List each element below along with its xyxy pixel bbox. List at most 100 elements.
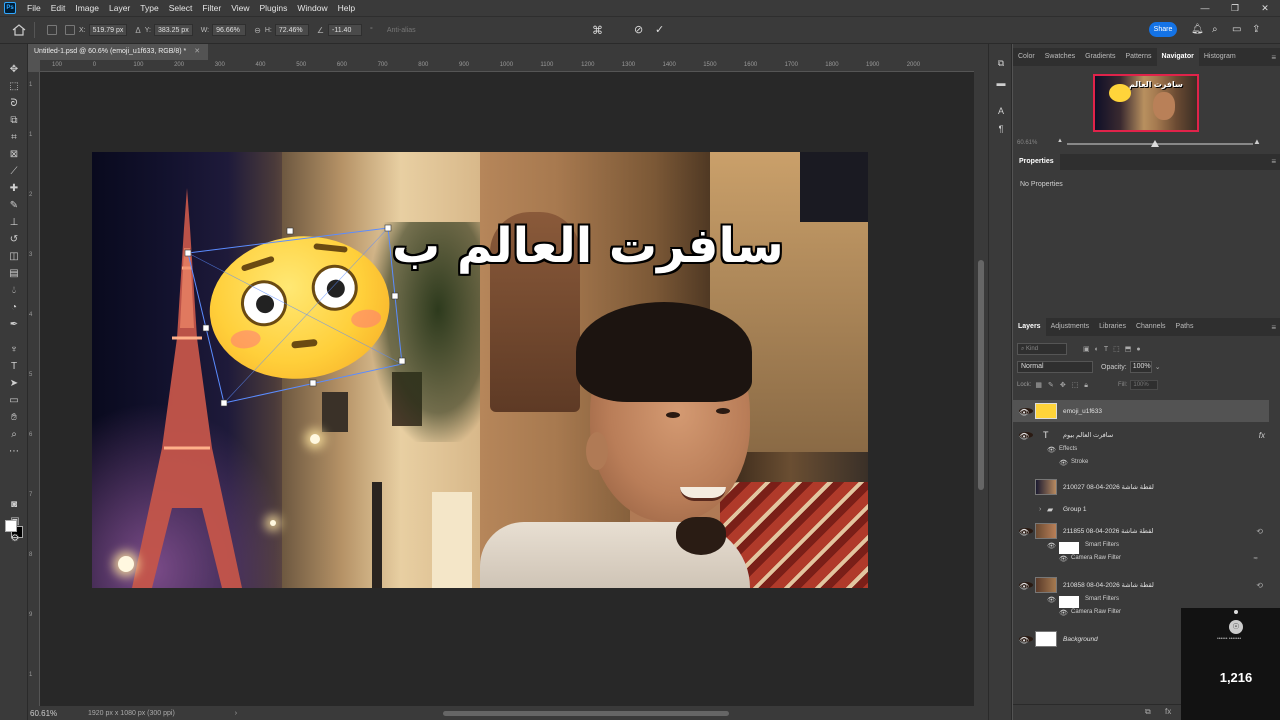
stroke-eye-icon[interactable]: 👁︎: [1059, 459, 1068, 467]
zoom-out-mountain-icon[interactable]: ▲: [1057, 138, 1063, 144]
camera-raw-eye-icon[interactable]: 👁︎: [1059, 609, 1068, 617]
tab-libraries[interactable]: Libraries: [1094, 318, 1131, 336]
home-icon[interactable]: [12, 24, 26, 36]
clone-stamp-tool-icon[interactable]: ⊥: [7, 217, 21, 229]
menu-help[interactable]: Help: [333, 0, 360, 16]
share-button[interactable]: Share: [1149, 22, 1177, 37]
restore-button[interactable]: ❐: [1220, 0, 1250, 16]
comments-panel-icon[interactable]: ▬: [995, 78, 1007, 88]
menu-edit[interactable]: Edit: [46, 0, 71, 16]
menu-view[interactable]: View: [226, 0, 254, 16]
menu-window[interactable]: Window: [292, 0, 332, 16]
kind-filter-select[interactable]: ⌕ Kind: [1017, 343, 1067, 355]
stroke-effect-row[interactable]: 👁︎ Stroke: [1013, 459, 1269, 472]
reference-point-grid-icon[interactable]: [65, 25, 75, 35]
tab-adjustments[interactable]: Adjustments: [1046, 318, 1095, 336]
navigator-zoom-value[interactable]: 60.61%: [1017, 140, 1037, 146]
tab-gradients[interactable]: Gradients: [1080, 48, 1120, 66]
properties-menu-icon[interactable]: ≡: [1271, 157, 1276, 166]
more-tools-icon[interactable]: ⋯: [7, 446, 21, 458]
rectangle-tool-icon[interactable]: ▭: [7, 395, 21, 407]
history-panel-icon[interactable]: ⧉: [995, 58, 1007, 69]
menu-plugins[interactable]: Plugins: [254, 0, 292, 16]
marquee-tool-icon[interactable]: ⬚: [7, 81, 21, 93]
minimize-button[interactable]: —: [1190, 0, 1220, 16]
pen-tool-alt-icon[interactable]: ♆: [7, 344, 21, 356]
brush-tool-icon[interactable]: ✎: [7, 200, 21, 212]
camera-raw-row[interactable]: 👁︎ Camera Raw Filter ≂: [1013, 555, 1269, 568]
healing-brush-tool-icon[interactable]: ✚: [7, 183, 21, 195]
blur-tool-icon[interactable]: 💧︎: [7, 285, 21, 297]
layer-row[interactable]: 👁︎ لقطة شاشة 2026-04-08 210858 ⟲: [1013, 574, 1269, 596]
tab-histogram[interactable]: Histogram: [1199, 48, 1241, 66]
zoom-tool-icon[interactable]: ⌕: [7, 429, 21, 441]
tab-layers[interactable]: Layers: [1013, 318, 1046, 336]
filter-options-icon[interactable]: ≂: [1253, 555, 1258, 562]
search-icon[interactable]: ⌕: [1212, 24, 1218, 35]
fx-icon[interactable]: fx: [1259, 431, 1265, 440]
history-brush-tool-icon[interactable]: ↺: [7, 234, 21, 246]
menu-file[interactable]: File: [22, 0, 46, 16]
delta-icon[interactable]: Δ: [135, 26, 140, 35]
bell-icon[interactable]: 🔔︎: [1191, 24, 1204, 35]
tab-navigator[interactable]: Navigator: [1156, 48, 1199, 66]
zoom-in-mountain-icon[interactable]: ▲: [1253, 137, 1261, 146]
group-chevron-icon[interactable]: ›: [1039, 506, 1041, 513]
commit-check-icon[interactable]: ✓: [655, 23, 664, 36]
layer-row[interactable]: › ▰ Group 1: [1013, 498, 1269, 520]
document-tab[interactable]: Untitled-1.psd @ 60.6% (emoji_u1f633, RG…: [28, 44, 208, 60]
smart-filter-mask[interactable]: [1059, 542, 1079, 554]
hand-tool-icon[interactable]: ✋︎: [7, 412, 21, 424]
frame-tool-icon[interactable]: ⊠: [7, 149, 21, 161]
menu-type[interactable]: Type: [135, 0, 163, 16]
status-menu-chevron-icon[interactable]: ›: [235, 710, 237, 717]
cancel-transform-icon[interactable]: ⊘: [634, 23, 643, 36]
visibility-eye-icon[interactable]: 👁︎: [1019, 582, 1033, 591]
foreground-color-swatch[interactable]: [5, 520, 17, 532]
navigator-zoom-slider[interactable]: [1067, 140, 1253, 147]
menu-filter[interactable]: Filter: [197, 0, 226, 16]
vertical-scroll-thumb[interactable]: [978, 260, 984, 490]
layer-row[interactable]: لقطة شاشة 2026-04-08 210027: [1013, 476, 1269, 498]
angle-field[interactable]: -11.40: [328, 24, 363, 36]
layer-row[interactable]: 👁︎ لقطة شاشة 2026-04-08 211855 ⟲: [1013, 520, 1269, 542]
blend-mode-select[interactable]: Normal: [1017, 361, 1093, 373]
object-select-tool-icon[interactable]: ⧉: [7, 115, 21, 127]
visibility-eye-icon[interactable]: 👁︎: [1019, 528, 1033, 537]
filter-type-icons[interactable]: ▣◐T⬚⬒●: [1083, 345, 1146, 353]
pen-tool-icon[interactable]: ✒: [7, 319, 21, 331]
tab-swatches[interactable]: Swatches: [1040, 48, 1080, 66]
zoom-level[interactable]: 60.61%: [30, 709, 68, 718]
smart-filters-eye-icon[interactable]: 👁︎: [1047, 596, 1056, 604]
layer-row[interactable]: 👁︎ emoji_u1f633: [1013, 400, 1269, 422]
share-arrow-icon[interactable]: ⇪: [1252, 24, 1260, 35]
tab-color[interactable]: Color: [1013, 48, 1040, 66]
angle-value[interactable]: -11.40: [328, 24, 363, 36]
eyedropper-tool-icon[interactable]: ⟋: [7, 166, 21, 178]
width-field[interactable]: W: 96.66%: [201, 24, 247, 36]
canvas-title-text[interactable]: سافرت العالم ب: [392, 218, 784, 274]
menu-image[interactable]: Image: [70, 0, 104, 16]
layer-row[interactable]: 👁︎ T سافرت العالم بيوم fx: [1013, 424, 1269, 446]
gradient-tool-icon[interactable]: ▤: [7, 268, 21, 280]
smart-filters-eye-icon[interactable]: 👁︎: [1047, 542, 1056, 550]
edit-toolbar-icon[interactable]: ⚙: [8, 533, 22, 545]
navigator-thumbnail[interactable]: سافرت العالم: [1093, 74, 1199, 132]
link-layers-icon[interactable]: ⧉: [1145, 707, 1151, 717]
zoom-slider-knob[interactable]: [1151, 140, 1159, 147]
link-icon[interactable]: ⊖: [254, 26, 261, 35]
character-panel-icon[interactable]: A: [995, 106, 1007, 116]
reference-point-toggle[interactable]: [47, 25, 57, 35]
warp-icon[interactable]: ⌘: [592, 24, 603, 37]
x-position-field[interactable]: X: 519.79 px: [79, 24, 128, 36]
h-value[interactable]: 72.46%: [274, 24, 309, 36]
path-select-tool-icon[interactable]: ➤: [7, 378, 21, 390]
x-value[interactable]: 519.79 px: [88, 24, 128, 36]
camera-raw-eye-icon[interactable]: 👁︎: [1059, 555, 1068, 563]
document-info[interactable]: 1920 px x 1080 px (300 ppi): [88, 710, 175, 717]
workspace-icon[interactable]: ▭: [1232, 24, 1241, 35]
lasso-tool-icon[interactable]: ᘐ: [7, 98, 21, 110]
eraser-tool-icon[interactable]: ◫: [7, 251, 21, 263]
lock-icons[interactable]: ▦✎✥⬚🔒︎: [1035, 381, 1094, 390]
opacity-value[interactable]: 100%: [1129, 361, 1152, 373]
